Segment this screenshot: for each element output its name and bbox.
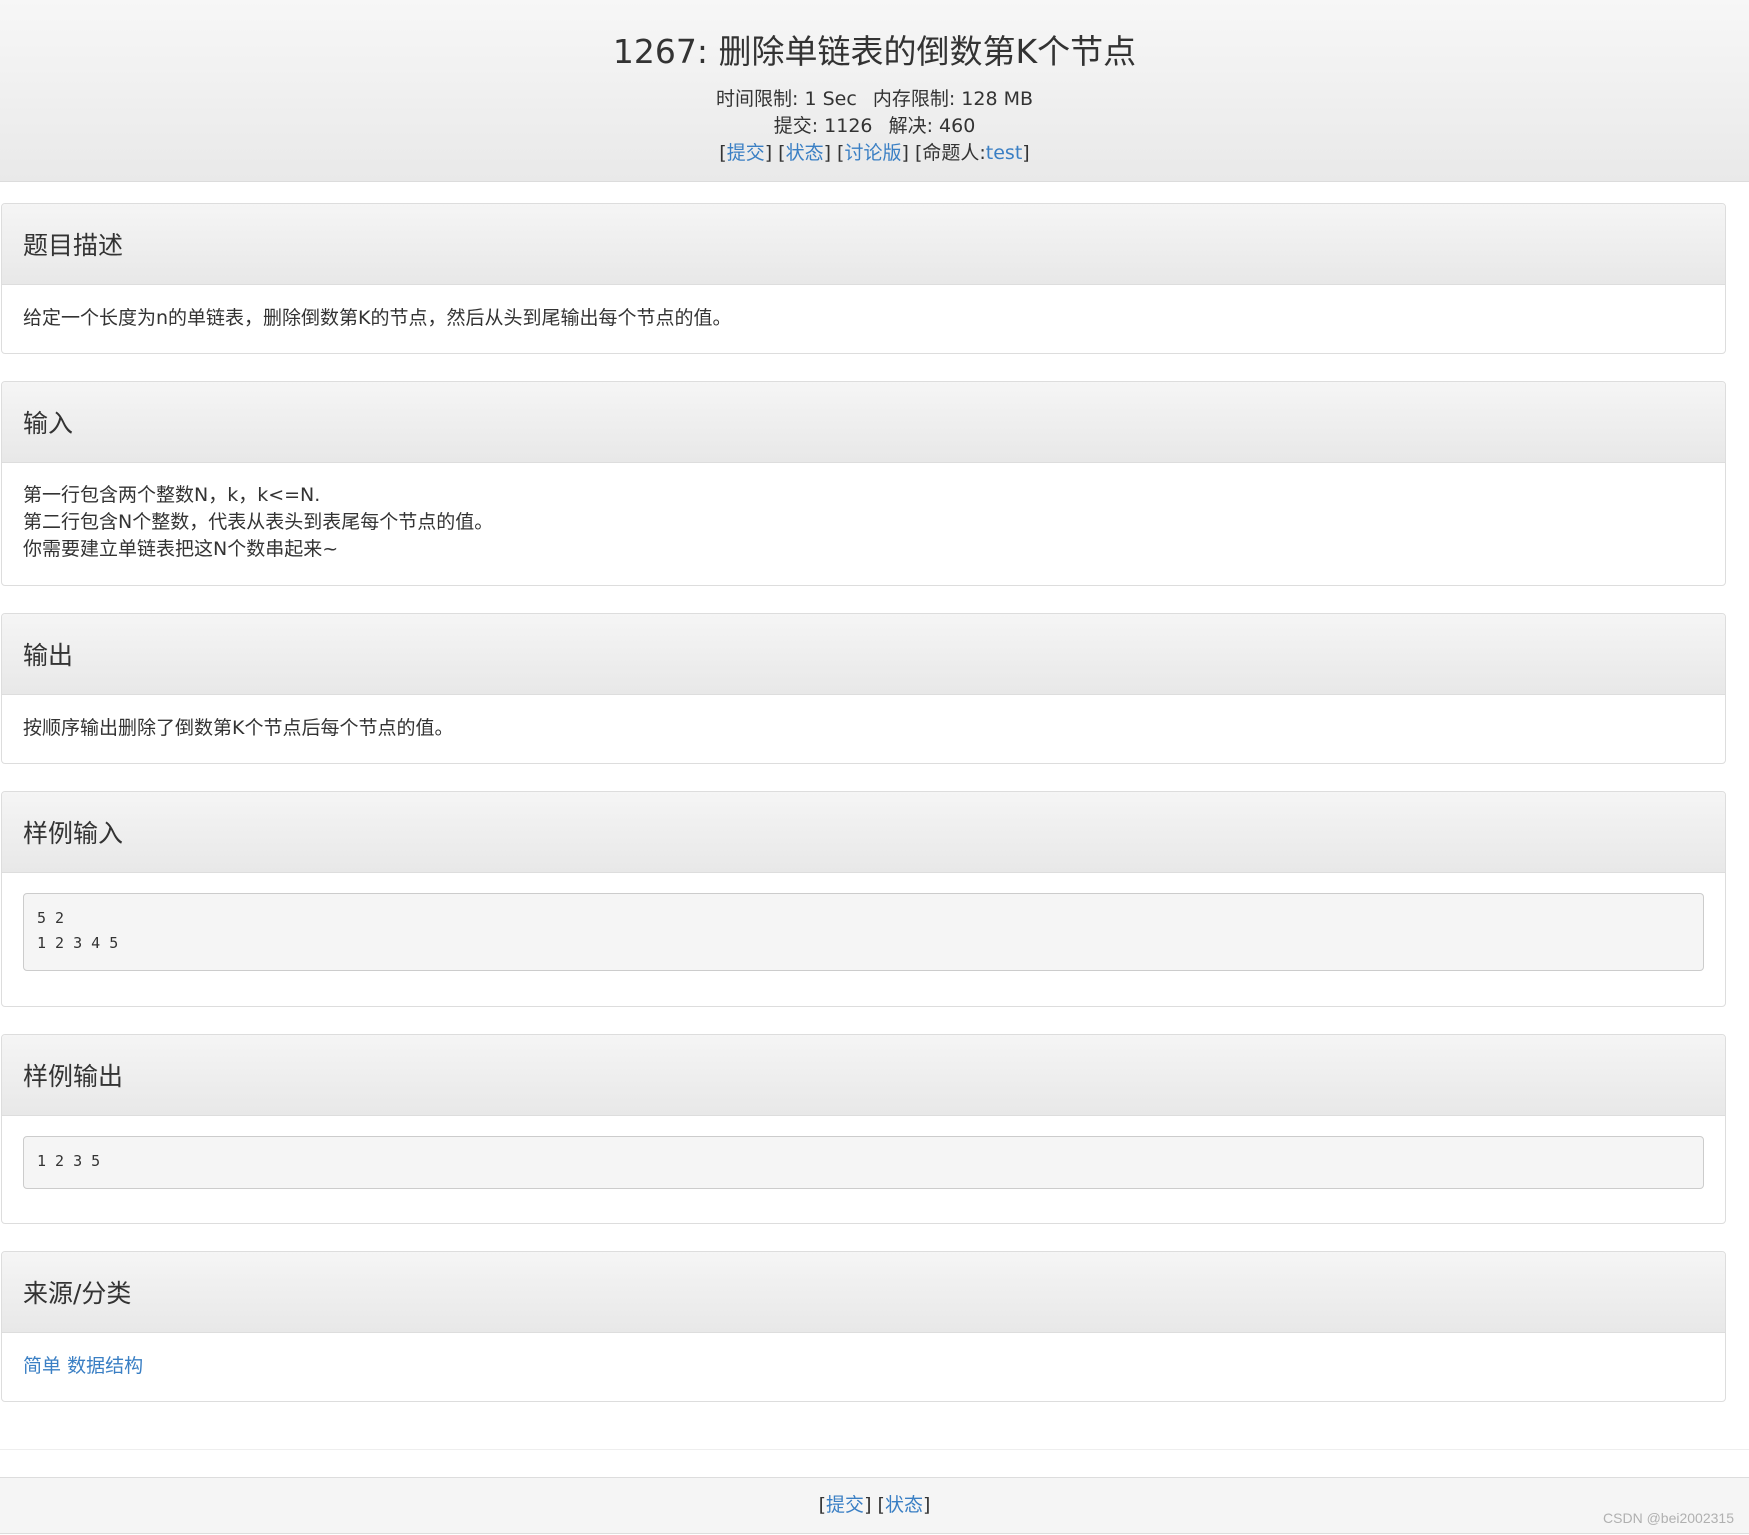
status-link[interactable]: 状态 <box>786 142 824 164</box>
input-title: 输入 <box>23 409 74 438</box>
input-body: 第一行包含两个整数N，k，k<=N. 第二行包含N个整数，代表从表头到表尾每个节… <box>2 463 1725 583</box>
footer-submit-link[interactable]: 提交 <box>826 1494 864 1516</box>
sample-input-body: 5 2 1 2 3 4 5 <box>2 873 1725 991</box>
stats-line: 提交: 1126 解决: 460 <box>0 113 1749 139</box>
description-text: 给定一个长度为n的单链表，删除倒数第K的节点，然后从头到尾输出每个节点的值。 <box>23 307 732 329</box>
time-limit-label: 时间限制: <box>715 88 799 110</box>
memory-limit-label: 内存限制: <box>872 88 956 110</box>
description-body: 给定一个长度为n的单链表，删除倒数第K的节点，然后从头到尾输出每个节点的值。 <box>2 285 1725 352</box>
action-links: [提交] [状态] [讨论版] [命题人:test] <box>719 142 1030 164</box>
author-label: 命题人: <box>922 142 986 164</box>
limits-line: 时间限制: 1 Sec 内存限制: 128 MB <box>0 86 1749 112</box>
tag-link-data-structure[interactable]: 数据结构 <box>67 1355 143 1377</box>
description-title: 题目描述 <box>23 231 124 260</box>
input-line-3: 你需要建立单链表把这N个数串起来~ <box>23 538 339 560</box>
memory-limit-value: 128 MB <box>961 88 1033 110</box>
sample-output-panel: 样例输出 1 2 3 5 <box>1 1034 1726 1224</box>
footer-status-link[interactable]: 状态 <box>885 1494 923 1516</box>
tag-link-easy[interactable]: 简单 <box>23 1355 61 1377</box>
watermark: CSDN @bei2002315 <box>1603 1510 1734 1526</box>
submit-count-value: 1126 <box>824 115 873 137</box>
source-title: 来源/分类 <box>23 1279 132 1308</box>
output-heading: 输出 <box>2 614 1725 695</box>
time-limit-value: 1 Sec <box>804 88 857 110</box>
source-heading: 来源/分类 <box>2 1252 1725 1333</box>
output-panel: 输出 按顺序输出删除了倒数第K个节点后每个节点的值。 <box>1 613 1726 764</box>
description-heading: 题目描述 <box>2 204 1725 285</box>
submit-count-label: 提交: <box>773 115 819 137</box>
sample-output-body: 1 2 3 5 <box>2 1116 1725 1209</box>
solved-value: 460 <box>939 115 976 137</box>
output-text: 按顺序输出删除了倒数第K个节点后每个节点的值。 <box>23 717 454 739</box>
input-heading: 输入 <box>2 382 1725 463</box>
footer-divider <box>0 1449 1749 1450</box>
output-title: 输出 <box>23 641 74 670</box>
author-link[interactable]: test <box>986 142 1023 164</box>
footer-bar: [提交] [状态] <box>0 1477 1749 1534</box>
source-body: 简单 数据结构 <box>2 1333 1725 1400</box>
sample-output-heading: 样例输出 <box>2 1035 1725 1116</box>
sample-output-title: 样例输出 <box>23 1062 124 1091</box>
sample-input-code: 5 2 1 2 3 4 5 <box>23 893 1704 971</box>
discuss-link[interactable]: 讨论版 <box>844 142 901 164</box>
sample-input-panel: 样例输入 5 2 1 2 3 4 5 <box>1 791 1726 1007</box>
description-panel: 题目描述 给定一个长度为n的单链表，删除倒数第K的节点，然后从头到尾输出每个节点… <box>1 203 1726 354</box>
solved-label: 解决: <box>888 115 933 137</box>
submit-link[interactable]: 提交 <box>727 142 765 164</box>
source-panel: 来源/分类 简单 数据结构 <box>1 1251 1726 1402</box>
input-line-2: 第二行包含N个整数，代表从表头到表尾每个节点的值。 <box>23 511 494 533</box>
problem-title: 1267: 删除单链表的倒数第K个节点 <box>612 32 1137 71</box>
sample-output-code: 1 2 3 5 <box>23 1136 1704 1189</box>
output-body: 按顺序输出删除了倒数第K个节点后每个节点的值。 <box>2 695 1725 762</box>
sample-input-title: 样例输入 <box>23 819 124 848</box>
input-panel: 输入 第一行包含两个整数N，k，k<=N. 第二行包含N个整数，代表从表头到表尾… <box>1 381 1726 586</box>
input-line-1: 第一行包含两个整数N，k，k<=N. <box>23 484 321 506</box>
sample-input-heading: 样例输入 <box>2 792 1725 873</box>
problem-header: 1267: 删除单链表的倒数第K个节点 时间限制: 1 Sec 内存限制: 12… <box>0 0 1749 182</box>
